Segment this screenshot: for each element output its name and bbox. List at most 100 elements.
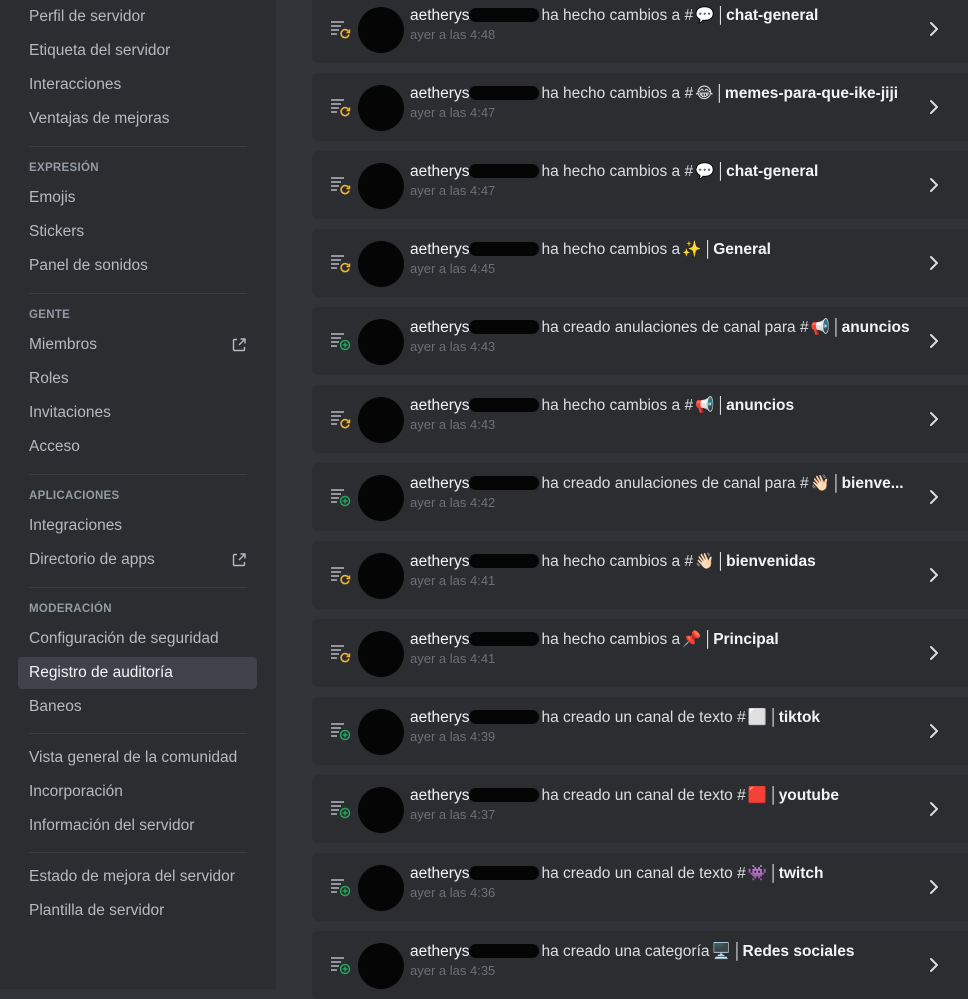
audit-log-entry-text: aetherys ha hecho cambios a # 💬 │chat-gener…: [410, 162, 930, 181]
audit-log-entry-text: aetherys ha creado un canal de texto # ⬜ │t…: [410, 708, 930, 727]
chevron-right-icon[interactable]: [924, 799, 944, 819]
sidebar-item-incorporacion[interactable]: Incorporación: [18, 776, 257, 808]
sidebar-item-integraciones[interactable]: Integraciones: [18, 510, 257, 542]
avatar[interactable]: [358, 943, 404, 989]
sidebar-item-vista-general-de-la-comunidad[interactable]: Vista general de la comunidad: [18, 742, 257, 774]
audit-log-entry[interactable]: aetherys ha hecho cambios a ✨ │General ayer …: [312, 229, 968, 297]
username[interactable]: aetherys: [410, 553, 469, 570]
channel-emoji: 💬: [695, 163, 715, 180]
avatar[interactable]: [358, 397, 404, 443]
username[interactable]: aetherys: [410, 865, 469, 882]
avatar[interactable]: [358, 787, 404, 833]
section-header-aplicaciones: APLICACIONES: [29, 490, 120, 502]
channel-separator: │: [831, 319, 842, 336]
target-name: youtube: [778, 787, 839, 804]
chevron-right-icon[interactable]: [924, 331, 944, 351]
avatar[interactable]: [358, 709, 404, 755]
username[interactable]: aetherys: [410, 85, 469, 102]
timestamp: ayer a las 4:47: [410, 105, 496, 120]
channel-emoji: ⬜: [747, 709, 767, 726]
avatar[interactable]: [358, 7, 404, 53]
audit-log-entry[interactable]: aetherys ha hecho cambios a # 👋🏻 │bienvenid…: [312, 541, 968, 609]
avatar[interactable]: [358, 631, 404, 677]
channel-emoji: 😂: [695, 85, 714, 102]
sidebar-item-plantilla-de-servidor[interactable]: Plantilla de servidor: [18, 895, 257, 927]
chevron-right-icon[interactable]: [924, 565, 944, 585]
audit-log-entry[interactable]: aetherys ha hecho cambios a 📌 │Principal aye…: [312, 619, 968, 687]
sidebar-item-panel-de-sonidos[interactable]: Panel de sonidos: [18, 250, 257, 282]
chevron-right-icon[interactable]: [924, 19, 944, 39]
username[interactable]: aetherys: [410, 163, 469, 180]
chevron-right-icon[interactable]: [924, 253, 944, 273]
avatar[interactable]: [358, 475, 404, 521]
sidebar-item-ventajas-de-mejoras[interactable]: Ventajas de mejoras: [18, 103, 257, 135]
avatar[interactable]: [358, 553, 404, 599]
chevron-right-icon[interactable]: [924, 955, 944, 975]
username[interactable]: aetherys: [410, 787, 469, 804]
redaction: [469, 866, 540, 880]
action-text: ha hecho cambios a: [541, 631, 681, 648]
chevron-right-icon[interactable]: [924, 97, 944, 117]
sidebar-item-etiqueta-del-servidor[interactable]: Etiqueta del servidor: [18, 35, 257, 67]
avatar[interactable]: [358, 85, 404, 131]
avatar[interactable]: [358, 319, 404, 365]
channel-emoji: 💬: [695, 7, 715, 24]
audit-log-entry[interactable]: aetherys ha hecho cambios a # 😂 │memes-para…: [312, 73, 968, 141]
target-name: Redes sociales: [742, 943, 855, 960]
avatar[interactable]: [358, 241, 404, 287]
chevron-right-icon[interactable]: [924, 175, 944, 195]
username[interactable]: aetherys: [410, 475, 469, 492]
username[interactable]: aetherys: [410, 7, 469, 24]
sidebar-item-emojis[interactable]: Emojis: [18, 182, 257, 214]
channel-emoji: 🖥️: [711, 943, 731, 960]
chevron-right-icon[interactable]: [924, 877, 944, 897]
sidebar-item-stickers[interactable]: Stickers: [18, 216, 257, 248]
divider: [29, 146, 247, 147]
target-name: memes-para-que-ike-jiji: [724, 85, 899, 102]
action-text: ha creado un canal de texto #: [541, 709, 746, 726]
sidebar-item-interacciones[interactable]: Interacciones: [18, 69, 257, 101]
avatar[interactable]: [358, 163, 404, 209]
chevron-right-icon[interactable]: [924, 409, 944, 429]
username[interactable]: aetherys: [410, 241, 469, 258]
audit-log-entry-text: aetherys ha hecho cambios a 📌 │Principal: [410, 630, 930, 649]
sidebar-item-estado-de-mejora-del-servidor[interactable]: Estado de mejora del servidor: [18, 861, 257, 893]
channel-emoji: 👾: [747, 865, 767, 882]
avatar[interactable]: [358, 865, 404, 911]
username[interactable]: aetherys: [410, 709, 469, 726]
username[interactable]: aetherys: [410, 319, 469, 336]
username[interactable]: aetherys: [410, 943, 469, 960]
audit-update-icon: [331, 177, 351, 195]
sidebar-item-invitaciones[interactable]: Invitaciones: [18, 397, 257, 429]
timestamp: ayer a las 4:45: [410, 261, 496, 276]
sidebar-item-acceso[interactable]: Acceso: [18, 431, 257, 463]
audit-update-icon: [331, 411, 351, 429]
audit-log-entry[interactable]: aetherys ha creado un canal de texto # 👾 │t…: [312, 853, 968, 921]
section-header-moderacion: MODERACIÓN: [29, 603, 112, 615]
username[interactable]: aetherys: [410, 631, 469, 648]
audit-log-entry[interactable]: aetherys ha hecho cambios a # 💬 │chat-gener…: [312, 151, 968, 219]
sidebar-item-miembros[interactable]: Miembros: [18, 329, 257, 361]
chevron-right-icon[interactable]: [924, 721, 944, 741]
channel-emoji: 📢: [695, 397, 715, 414]
audit-log-entry[interactable]: aetherys ha creado anulaciones de canal p…: [312, 307, 968, 375]
audit-log-entry[interactable]: aetherys ha creado un canal de texto # 🟥 │y…: [312, 775, 968, 843]
timestamp: ayer a las 4:43: [410, 417, 496, 432]
username[interactable]: aetherys: [410, 397, 469, 414]
sidebar-item-roles[interactable]: Roles: [18, 363, 257, 395]
audit-log-entry[interactable]: aetherys ha creado un canal de texto # ⬜ │t…: [312, 697, 968, 765]
sidebar-item-informacion-del-servidor[interactable]: Información del servidor: [18, 810, 257, 842]
audit-log-entry-text: aetherys ha hecho cambios a ✨ │General: [410, 240, 930, 259]
chevron-right-icon[interactable]: [924, 487, 944, 507]
audit-log-entry[interactable]: aetherys ha hecho cambios a # 📢 │anuncios ay…: [312, 385, 968, 453]
sidebar-item-perfil-de-servidor[interactable]: Perfil de servidor: [18, 1, 257, 33]
sidebar-item-configuracion-de-seguridad[interactable]: Configuración de seguridad: [18, 623, 257, 655]
target-name: anuncios: [841, 319, 910, 336]
sidebar-item-registro-de-auditoria[interactable]: Registro de auditoría: [18, 657, 257, 689]
audit-log-entry[interactable]: aetherys ha hecho cambios a # 💬 │chat-gener…: [312, 0, 968, 63]
sidebar-item-baneos[interactable]: Baneos: [18, 691, 257, 723]
audit-log-entry[interactable]: aetherys ha creado anulaciones de canal p…: [312, 463, 968, 531]
sidebar-item-directorio-de-apps[interactable]: Directorio de apps: [18, 544, 257, 576]
chevron-right-icon[interactable]: [924, 643, 944, 663]
channel-separator: │: [732, 943, 743, 960]
